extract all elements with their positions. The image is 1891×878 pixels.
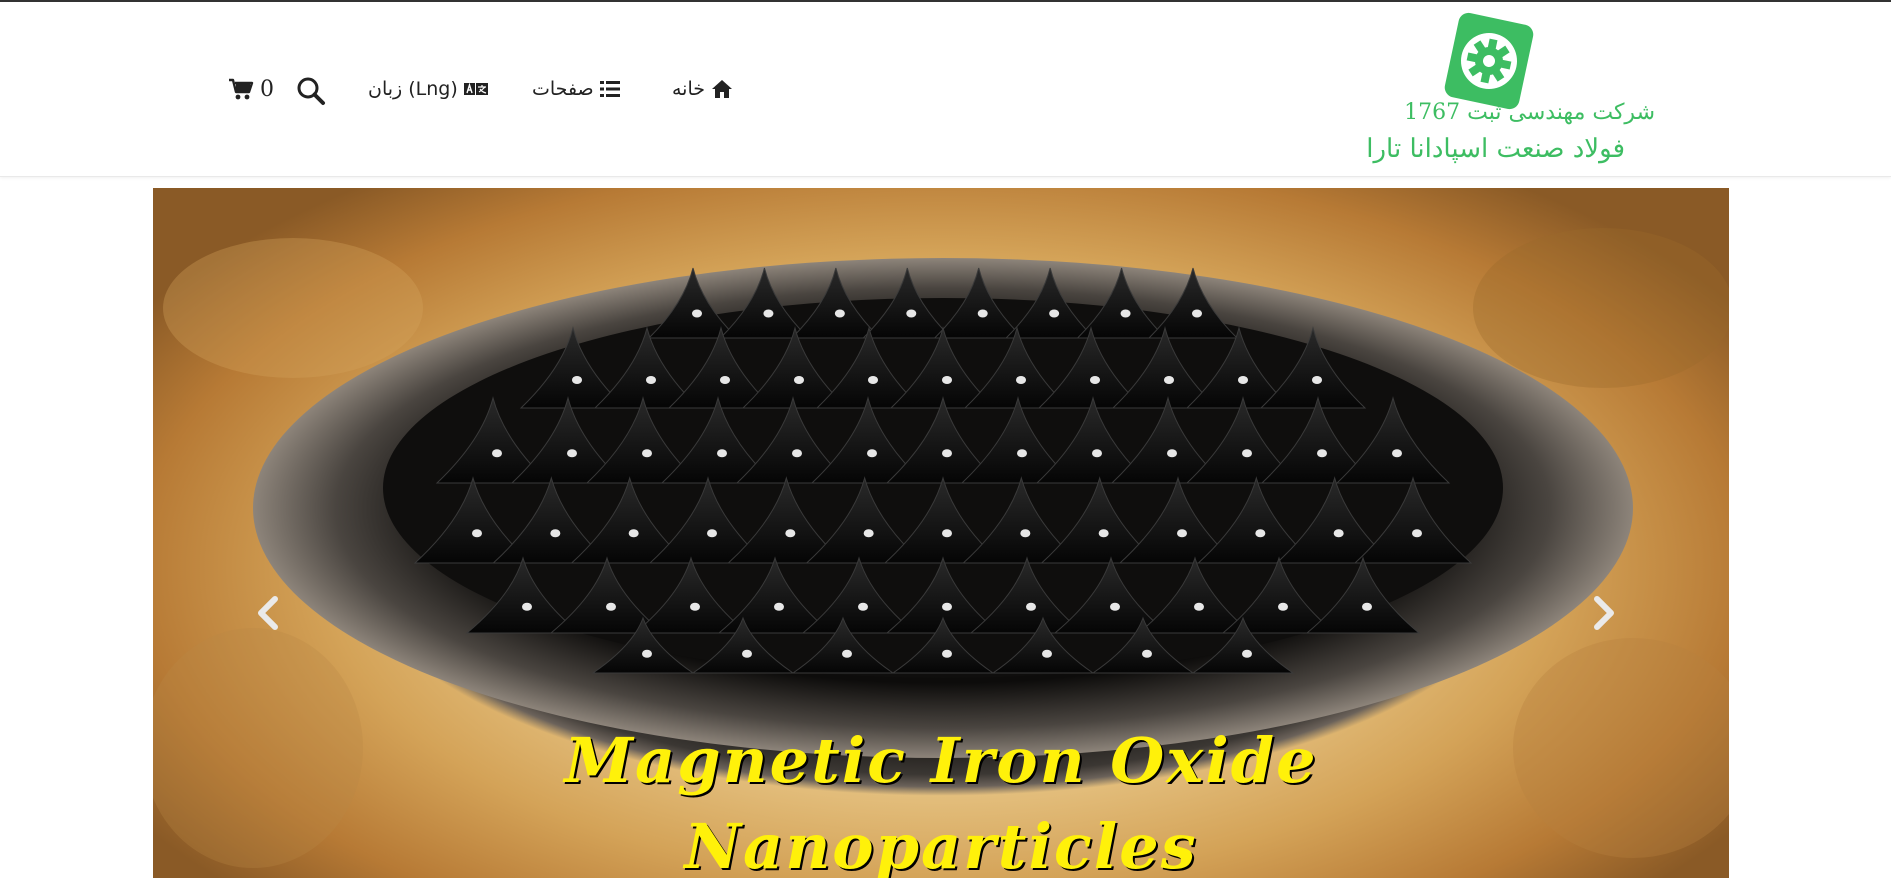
spike-highlight (1333, 529, 1344, 538)
list-icon (599, 81, 620, 97)
spike-highlight (842, 649, 852, 658)
spike-highlight (1392, 449, 1402, 458)
spike-highlight (1026, 602, 1036, 611)
spike-highlight (1120, 309, 1131, 318)
nav-pages[interactable]: صفحات (532, 74, 620, 104)
chevron-right-icon (1594, 596, 1614, 630)
spike-highlight (606, 602, 616, 611)
logo-company-name: فولاد صنعت اسپادانا تارا (1366, 134, 1625, 164)
spike-highlight (1278, 602, 1288, 611)
spike-highlight (1242, 649, 1252, 658)
spike-highlight (834, 309, 845, 318)
spike-highlight (794, 376, 804, 384)
spike-highlight (642, 649, 652, 658)
spike-highlight (942, 449, 952, 458)
search-icon (297, 77, 325, 105)
spike-highlight (792, 449, 802, 458)
home-icon (712, 80, 733, 98)
spike-highlight (863, 529, 874, 538)
spike-highlight (717, 449, 727, 458)
spike-highlight (642, 449, 652, 458)
spike-highlight (1412, 529, 1422, 538)
spike-highlight (1098, 529, 1109, 538)
spike-highlight (1049, 309, 1060, 318)
site-logo[interactable]: شرکت مهندسی ثبت 1767 فولاد صنعت اسپادانا… (1345, 10, 1655, 170)
logo-company-line: شرکت مهندسی ثبت 1767 (1404, 100, 1655, 125)
site-header: شرکت مهندسی ثبت 1767 فولاد صنعت اسپادانا… (0, 2, 1891, 177)
spike-highlight (785, 529, 796, 538)
spike-highlight (567, 449, 577, 458)
slider-next-button[interactable] (1589, 593, 1629, 633)
spike-highlight (550, 529, 561, 538)
spike-highlight (1238, 376, 1248, 384)
spike-highlight (1164, 376, 1174, 384)
spike-highlight (1362, 602, 1372, 611)
spike-highlight (1177, 529, 1187, 538)
spike-highlight (1317, 449, 1327, 458)
spike-highlight (720, 376, 730, 384)
spike-highlight (690, 602, 700, 611)
search-button[interactable] (296, 76, 326, 106)
spike-highlight (707, 529, 717, 538)
translate-icon (463, 82, 488, 95)
spike-highlight (858, 602, 868, 611)
slide-title-line1: Magnetic Iron Oxide (564, 724, 1318, 797)
slider-prev-button[interactable] (253, 593, 293, 633)
spike-highlight (774, 602, 784, 611)
nav-home-label: خانه (672, 78, 706, 100)
spike-highlight (1017, 449, 1027, 458)
nav-home[interactable]: خانه (672, 74, 733, 104)
spike-highlight (942, 649, 952, 658)
slide-title-line2: Nanoparticles (684, 810, 1198, 878)
spike-highlight (1192, 309, 1202, 318)
spike-highlight (1110, 602, 1120, 611)
spike-highlight (1242, 449, 1252, 458)
spike-highlight (977, 309, 988, 318)
spike-highlight (1042, 649, 1052, 658)
spike-highlight (742, 649, 752, 658)
cart-count: 0 (260, 76, 274, 102)
spike-highlight (646, 376, 656, 384)
spike-highlight (942, 602, 952, 611)
spike-highlight (1016, 376, 1026, 384)
spike-highlight (1020, 529, 1031, 538)
gear-logo-icon (1444, 12, 1534, 110)
spike-highlight (522, 602, 532, 611)
nav-language[interactable]: زبان (Lng) (368, 74, 488, 104)
spike-highlight (763, 309, 774, 318)
spike-highlight (1090, 376, 1100, 384)
spike-highlight (867, 449, 877, 458)
spike-highlight (1194, 602, 1204, 611)
spike-highlight (692, 309, 702, 318)
spike-highlight (572, 376, 582, 384)
spike-highlight (906, 309, 917, 318)
spike-highlight (492, 449, 502, 458)
spike-highlight (1255, 529, 1266, 538)
spike-highlight (942, 376, 952, 384)
spike-highlight (942, 529, 952, 538)
spike-highlight (472, 529, 482, 538)
chevron-left-icon (258, 596, 278, 630)
cart-button[interactable]: 0 (228, 74, 274, 104)
hero-slider[interactable]: Magnetic Iron Oxide Nanoparticles (153, 188, 1729, 878)
spike-highlight (1167, 449, 1177, 458)
spike-highlight (868, 376, 878, 384)
nav-language-label: زبان (Lng) (368, 78, 458, 100)
cart-icon (229, 78, 254, 100)
spike-highlight (1092, 449, 1102, 458)
nav-pages-label: صفحات (532, 78, 594, 100)
spike-highlight (628, 529, 639, 538)
spike-highlight (1312, 376, 1322, 384)
spike-highlight (1142, 649, 1152, 658)
